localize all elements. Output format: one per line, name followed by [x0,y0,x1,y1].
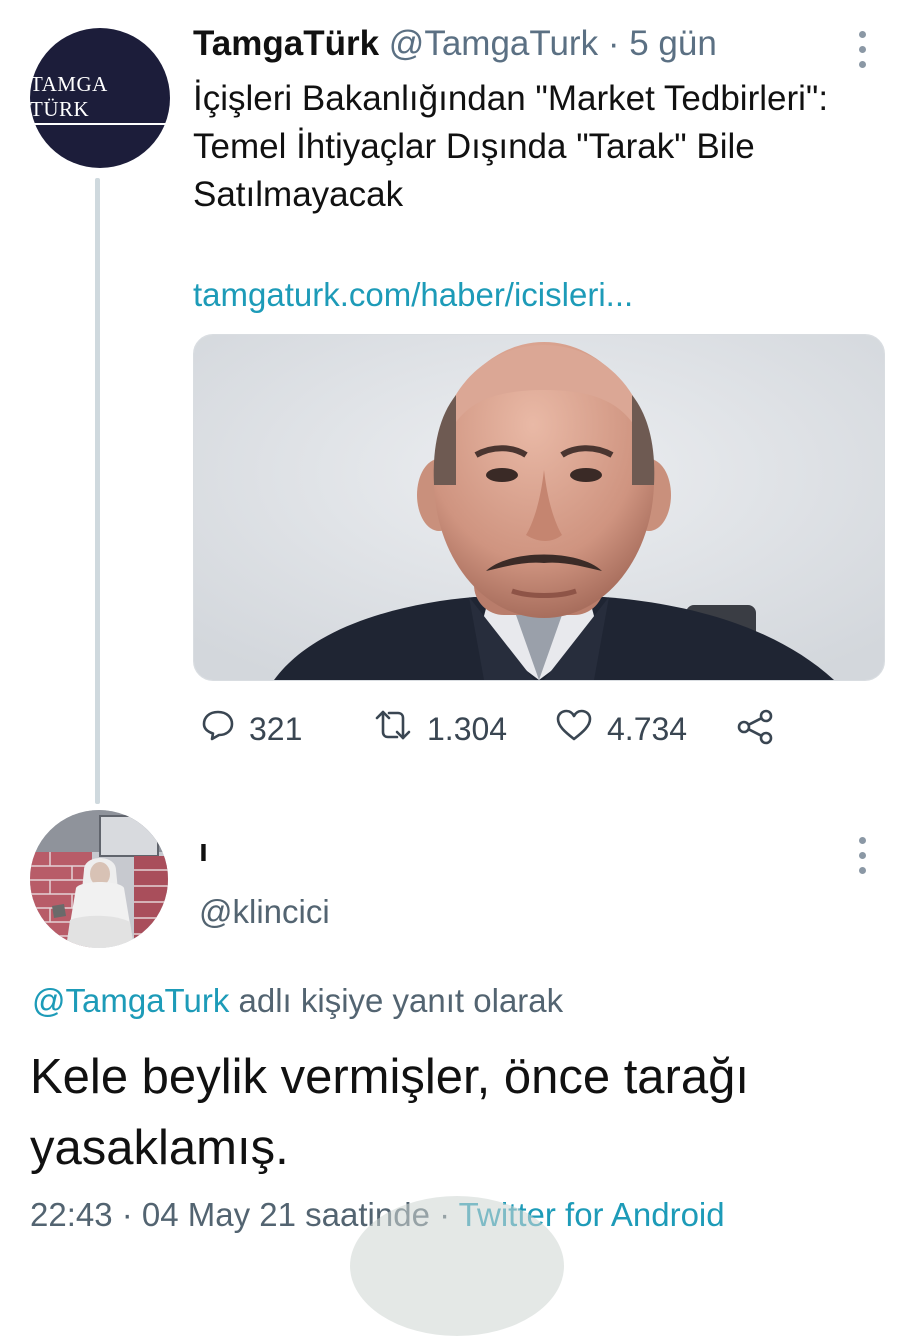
tweet-text: Kele beylik vermişler, önce tarağı yasak… [30,1050,749,1175]
author-name[interactable]: TamgaTürk [193,24,379,63]
share-icon [735,708,775,754]
tweet-actions: 321 1.304 4.734 [193,708,833,760]
more-icon[interactable] [850,28,876,72]
tweet-link[interactable]: tamgaturk.com/haber/icisleri... [193,276,633,314]
share-action[interactable] [735,708,775,754]
author-name[interactable]: ı [199,832,208,869]
avatar-tamgaturk[interactable]: TAMGA TÜRK [30,28,170,168]
portrait-photo [194,335,884,680]
retweet-action[interactable]: 1.304 [373,708,507,750]
reply-icon [201,708,235,750]
reply-suffix: adlı kişiye yanıt olarak [238,982,564,1019]
like-icon [555,708,593,750]
more-icon[interactable] [850,834,876,878]
author-handle[interactable]: @TamgaTurk [389,24,598,63]
replying-to: @TamgaTurk adlı kişiye yanıt olarak [32,982,563,1020]
tweet-time[interactable]: 5 gün [629,24,717,63]
avatar-photo [30,810,168,948]
reply-action[interactable]: 321 [201,708,302,750]
header-separator: · [607,24,620,63]
retweet-icon [373,708,413,750]
avatar-logo-text: TAMGA TÜRK [30,72,170,125]
avatar-klincici[interactable] [30,810,168,948]
author-handle[interactable]: @klincici [199,893,330,931]
reply-count: 321 [249,710,303,747]
tweet-header: TamgaTürk @TamgaTurk · 5 gün [193,24,717,64]
reply-mention-link[interactable]: @TamgaTurk [32,982,229,1019]
like-count: 4.734 [607,710,688,747]
thread-line [95,178,100,804]
retweet-count: 1.304 [427,710,508,747]
link-card-image[interactable] [193,334,885,681]
like-action[interactable]: 4.734 [555,708,687,750]
tweet-text: İçişleri Bakanlığından "Market Tedbirler… [193,79,829,214]
watermark-shape [350,1196,564,1336]
